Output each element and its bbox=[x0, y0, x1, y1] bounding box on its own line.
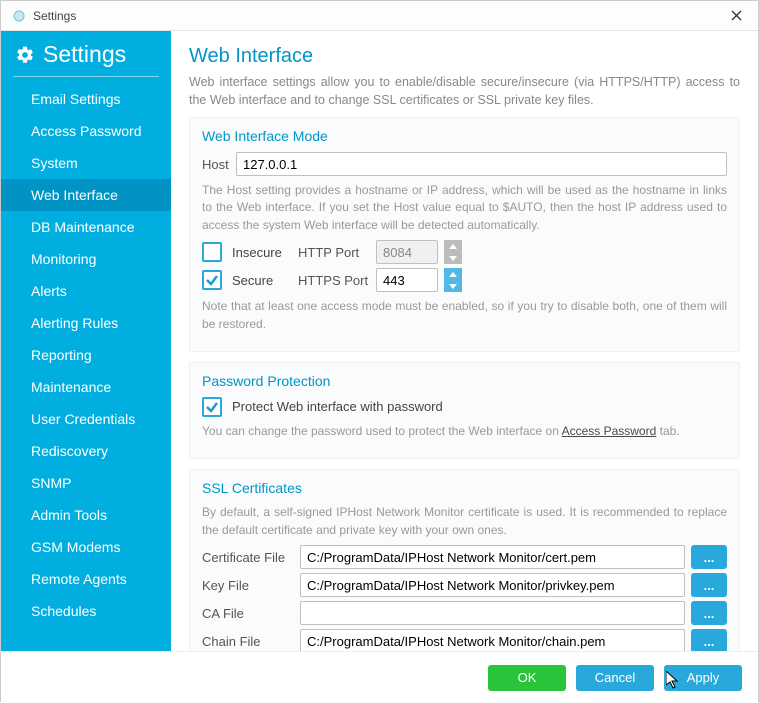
sidebar-item-admin-tools[interactable]: Admin Tools bbox=[1, 499, 171, 531]
protect-checkbox[interactable] bbox=[202, 397, 222, 417]
sidebar-item-web-interface[interactable]: Web Interface bbox=[1, 179, 171, 211]
gear-icon bbox=[15, 45, 35, 65]
sidebar-item-snmp[interactable]: SNMP bbox=[1, 467, 171, 499]
ca-input[interactable] bbox=[300, 601, 685, 625]
footer: OK Cancel Apply bbox=[1, 651, 758, 703]
http-port-up bbox=[444, 240, 462, 252]
sidebar-item-reporting[interactable]: Reporting bbox=[1, 339, 171, 371]
secure-checkbox[interactable] bbox=[202, 270, 222, 290]
insecure-label: Insecure bbox=[232, 245, 284, 260]
section-mode: Web Interface Mode Host The Host setting… bbox=[189, 117, 740, 352]
app-icon bbox=[11, 8, 27, 24]
content-pane: Web Interface Web interface settings all… bbox=[171, 31, 758, 651]
sidebar-item-schedules[interactable]: Schedules bbox=[1, 595, 171, 627]
password-help-suffix: tab. bbox=[656, 424, 679, 438]
sidebar-item-remote-agents[interactable]: Remote Agents bbox=[1, 563, 171, 595]
mode-note: Note that at least one access mode must … bbox=[202, 298, 727, 333]
page-description: Web interface settings allow you to enab… bbox=[189, 74, 740, 109]
chain-input[interactable] bbox=[300, 629, 685, 651]
sidebar-item-system[interactable]: System bbox=[1, 147, 171, 179]
host-label: Host bbox=[202, 157, 230, 172]
password-help: You can change the password used to prot… bbox=[202, 423, 727, 440]
chain-browse-button[interactable]: ... bbox=[691, 629, 727, 651]
protect-label: Protect Web interface with password bbox=[232, 399, 443, 414]
section-password: Password Protection Protect Web interfac… bbox=[189, 362, 740, 459]
password-help-prefix: You can change the password used to prot… bbox=[202, 424, 562, 438]
http-port-label: HTTP Port bbox=[298, 245, 370, 260]
sidebar-title: Settings bbox=[43, 41, 126, 68]
https-port-label: HTTPS Port bbox=[298, 273, 370, 288]
window-title: Settings bbox=[33, 9, 724, 23]
sidebar-header: Settings bbox=[1, 35, 171, 76]
chain-label: Chain File bbox=[202, 634, 294, 649]
titlebar: Settings bbox=[1, 1, 758, 31]
cert-input[interactable] bbox=[300, 545, 685, 569]
close-button[interactable] bbox=[724, 4, 748, 28]
sidebar-item-user-credentials[interactable]: User Credentials bbox=[1, 403, 171, 435]
sidebar-item-email-settings[interactable]: Email Settings bbox=[1, 83, 171, 115]
ok-button[interactable]: OK bbox=[488, 665, 566, 691]
https-port-input[interactable] bbox=[376, 268, 438, 292]
ca-browse-button[interactable]: ... bbox=[691, 601, 727, 625]
cancel-button[interactable]: Cancel bbox=[576, 665, 654, 691]
page-title: Web Interface bbox=[189, 45, 740, 68]
http-port-down bbox=[444, 252, 462, 264]
ca-label: CA File bbox=[202, 606, 294, 621]
cert-browse-button[interactable]: ... bbox=[691, 545, 727, 569]
sidebar-item-access-password[interactable]: Access Password bbox=[1, 115, 171, 147]
host-input[interactable] bbox=[236, 152, 727, 176]
insecure-checkbox[interactable] bbox=[202, 242, 222, 262]
sidebar-item-monitoring[interactable]: Monitoring bbox=[1, 243, 171, 275]
sidebar-item-alerting-rules[interactable]: Alerting Rules bbox=[1, 307, 171, 339]
sidebar-item-rediscovery[interactable]: Rediscovery bbox=[1, 435, 171, 467]
https-port-up[interactable] bbox=[444, 268, 462, 280]
sidebar-item-gsm-modems[interactable]: GSM Modems bbox=[1, 531, 171, 563]
sidebar-item-db-maintenance[interactable]: DB Maintenance bbox=[1, 211, 171, 243]
cert-label: Certificate File bbox=[202, 550, 294, 565]
access-password-link[interactable]: Access Password bbox=[562, 424, 657, 438]
key-input[interactable] bbox=[300, 573, 685, 597]
sidebar: Settings Email Settings Access Password … bbox=[1, 31, 171, 651]
key-browse-button[interactable]: ... bbox=[691, 573, 727, 597]
apply-button[interactable]: Apply bbox=[664, 665, 742, 691]
https-port-down[interactable] bbox=[444, 280, 462, 292]
section-password-title: Password Protection bbox=[202, 373, 727, 389]
http-port-input bbox=[376, 240, 438, 264]
sidebar-item-maintenance[interactable]: Maintenance bbox=[1, 371, 171, 403]
sidebar-divider bbox=[13, 76, 159, 77]
ssl-help: By default, a self-signed IPHost Network… bbox=[202, 504, 727, 539]
key-label: Key File bbox=[202, 578, 294, 593]
sidebar-item-alerts[interactable]: Alerts bbox=[1, 275, 171, 307]
section-ssl: SSL Certificates By default, a self-sign… bbox=[189, 469, 740, 651]
secure-label: Secure bbox=[232, 273, 284, 288]
section-ssl-title: SSL Certificates bbox=[202, 480, 727, 496]
host-help: The Host setting provides a hostname or … bbox=[202, 182, 727, 234]
section-mode-title: Web Interface Mode bbox=[202, 128, 727, 144]
